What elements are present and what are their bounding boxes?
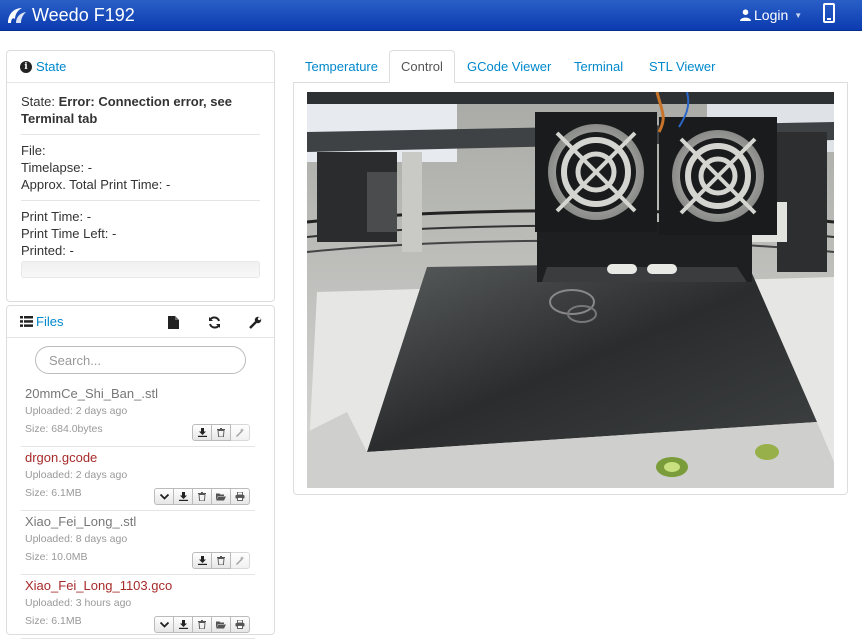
delete-button[interactable] <box>192 488 212 505</box>
state-print-time: Print Time: - <box>21 209 92 224</box>
user-icon <box>740 9 751 21</box>
file-actions <box>192 552 250 569</box>
state-approx-time: Approx. Total Print Time: - <box>21 177 171 192</box>
tab-gcode-viewer[interactable]: GCode Viewer <box>456 50 562 83</box>
state-status: State: Error: Connection error, see Term… <box>21 94 232 126</box>
file-actions <box>192 424 250 441</box>
state-timelapse: Timelapse: - <box>21 160 93 175</box>
download-icon <box>197 428 207 437</box>
file-uploaded: Uploaded: 2 days ago <box>25 469 128 481</box>
new-file-icon[interactable] <box>166 315 180 329</box>
file-uploaded: Uploaded: 8 days ago <box>25 533 128 545</box>
file-name[interactable]: 20mmCe_Shi_Ban_.stl <box>25 383 255 402</box>
caret-down-icon: ▼ <box>794 10 803 20</box>
state-printed: Printed: - <box>21 243 74 258</box>
file-name[interactable]: Xiao_Fei_Long_.stl <box>25 511 255 530</box>
print-button[interactable] <box>230 616 250 633</box>
files-panel-header[interactable]: Files <box>7 306 274 338</box>
mobile-icon[interactable] <box>823 3 835 23</box>
file-uploaded: Uploaded: 2 days ago <box>25 405 128 417</box>
navbar: Weedo F192 Login ▼ <box>0 0 862 31</box>
folder-open-icon <box>216 493 226 500</box>
trash-icon <box>217 556 225 565</box>
delete-button[interactable] <box>211 424 231 441</box>
expand-button[interactable] <box>154 488 174 505</box>
control-tab-content <box>293 82 848 495</box>
file-list: 20mmCe_Shi_Ban_.stl Uploaded: 2 days ago… <box>21 383 255 639</box>
refresh-icon[interactable] <box>207 315 221 329</box>
wrench-icon[interactable] <box>248 315 262 329</box>
state-time-left: Print Time Left: - <box>21 226 117 241</box>
delete-button[interactable] <box>211 552 231 569</box>
tab-control[interactable]: Control <box>389 50 455 83</box>
download-button[interactable] <box>173 488 193 505</box>
file-actions <box>154 616 250 633</box>
magic-wand-icon <box>235 428 244 437</box>
main-tabs: Temperature Control GCode Viewer Termina… <box>294 50 847 83</box>
load-button[interactable] <box>211 616 231 633</box>
file-uploaded: Uploaded: 3 hours ago <box>25 597 132 609</box>
brand[interactable]: Weedo F192 <box>6 3 135 27</box>
list-item[interactable]: drgon.gcode Uploaded: 2 days ago Size: 6… <box>21 447 255 511</box>
divider <box>21 200 260 201</box>
print-icon <box>235 492 245 501</box>
slice-button[interactable] <box>230 552 250 569</box>
files-panel-title: Files <box>36 314 64 329</box>
files-panel: Files 20mmCe_Shi_Ban_.stl Uploaded: 2 da… <box>6 305 275 639</box>
brand-title: Weedo F192 <box>32 4 135 25</box>
login-label: Login <box>754 7 789 23</box>
webcam-image <box>307 92 834 488</box>
download-icon <box>178 620 188 629</box>
download-icon <box>178 492 188 501</box>
load-button[interactable] <box>211 488 231 505</box>
slice-button[interactable] <box>230 424 250 441</box>
state-file: File: <box>21 143 46 158</box>
divider <box>21 134 260 135</box>
download-button[interactable] <box>192 552 212 569</box>
trash-icon <box>217 428 225 437</box>
info-icon: i <box>20 60 32 73</box>
folder-open-icon <box>216 621 226 628</box>
list-item[interactable]: Xiao_Fei_Long_.stl Uploaded: 8 days ago … <box>21 511 255 575</box>
trash-icon <box>198 620 206 629</box>
trash-icon <box>198 492 206 501</box>
print-progress-bar <box>21 261 260 278</box>
print-button[interactable] <box>230 488 250 505</box>
state-panel: i State State: Error: Connection error, … <box>6 50 275 302</box>
chevron-down-icon <box>159 621 169 628</box>
tab-stl-viewer[interactable]: STL Viewer <box>638 50 726 83</box>
chevron-down-icon <box>159 493 169 500</box>
list-icon <box>20 316 33 327</box>
list-item[interactable]: 20mmCe_Shi_Ban_.stl Uploaded: 2 days ago… <box>21 383 255 447</box>
octoprint-logo-icon <box>8 8 26 23</box>
magic-wand-icon <box>235 556 244 565</box>
state-panel-header[interactable]: i State <box>7 51 274 83</box>
file-name[interactable]: drgon.gcode <box>25 447 255 466</box>
download-button[interactable] <box>192 424 212 441</box>
tab-terminal[interactable]: Terminal <box>563 50 634 83</box>
webcam-stream <box>307 92 834 488</box>
login-dropdown[interactable]: Login ▼ <box>740 3 802 27</box>
list-item[interactable]: Xiao_Fei_Long_1103.gco Uploaded: 3 hours… <box>21 575 255 639</box>
file-actions <box>154 488 250 505</box>
delete-button[interactable] <box>192 616 212 633</box>
state-panel-title: State <box>36 59 67 74</box>
download-button[interactable] <box>173 616 193 633</box>
download-icon <box>197 556 207 565</box>
tab-temperature[interactable]: Temperature <box>294 50 389 83</box>
print-icon <box>235 620 245 629</box>
file-name[interactable]: Xiao_Fei_Long_1103.gco <box>25 575 255 594</box>
files-search-input[interactable] <box>35 346 246 374</box>
expand-button[interactable] <box>154 616 174 633</box>
